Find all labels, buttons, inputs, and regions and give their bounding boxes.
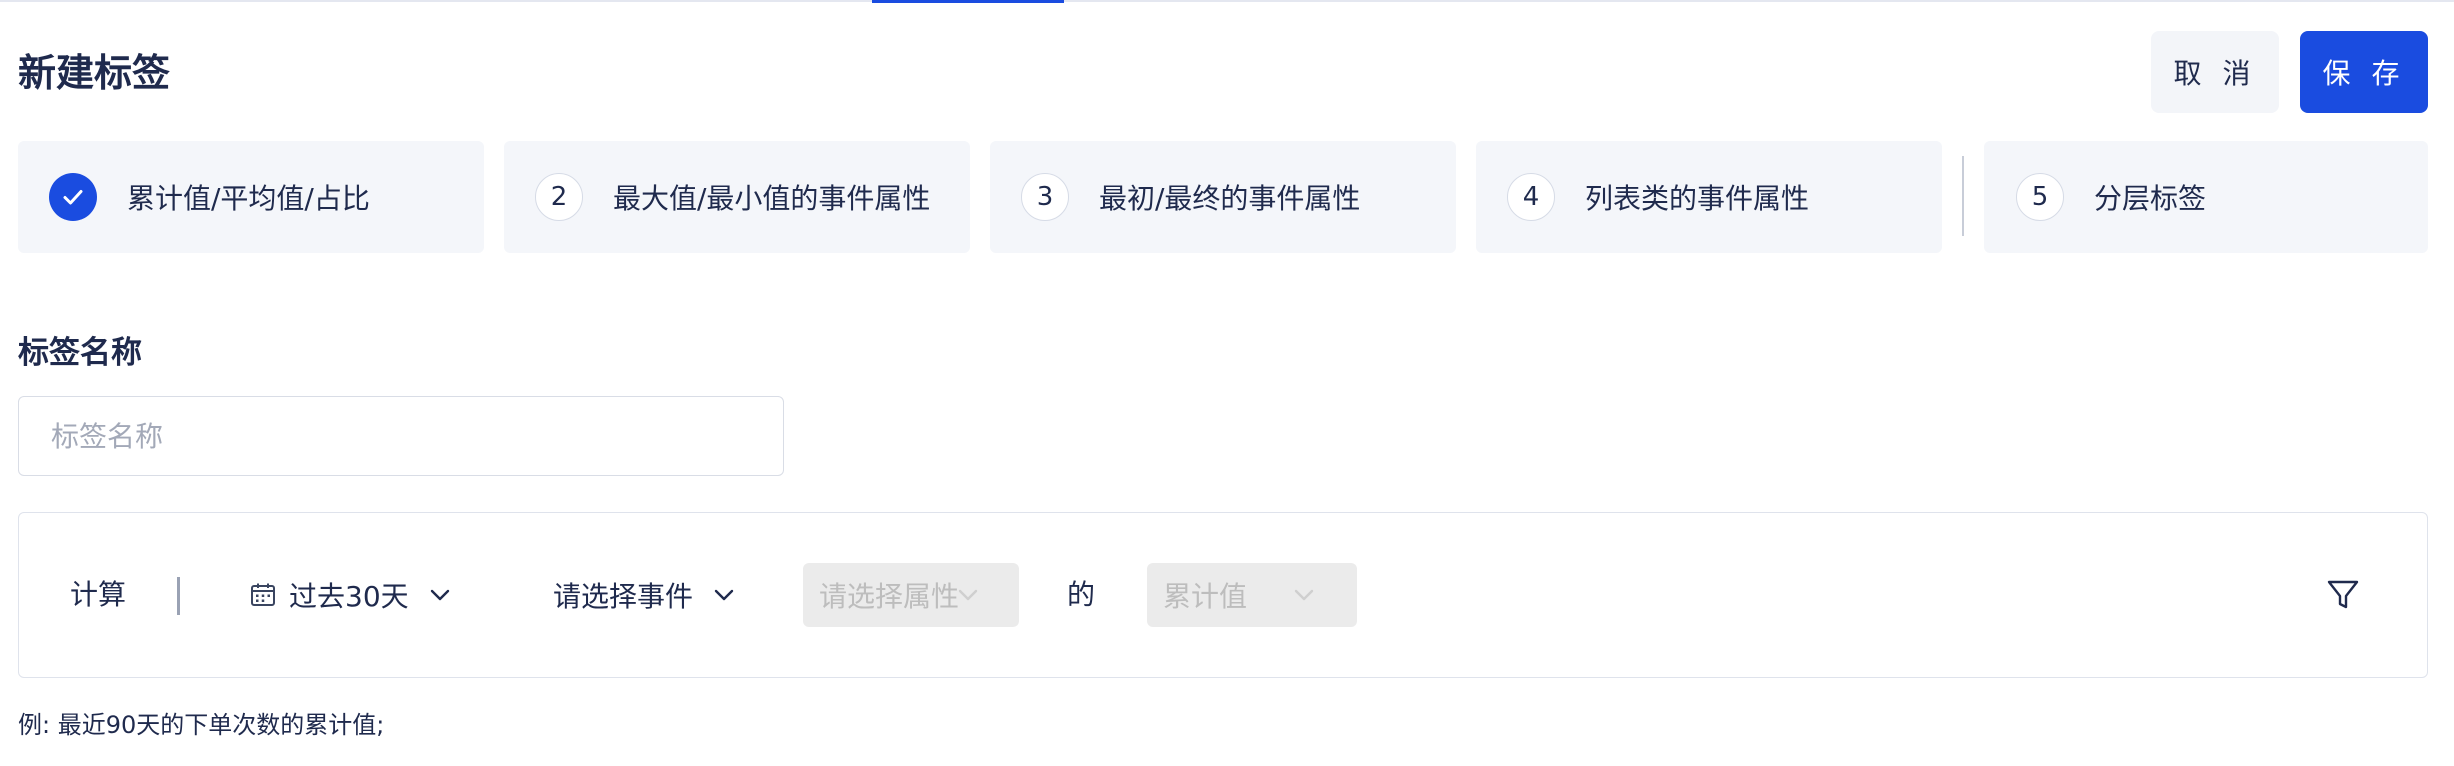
chevron-down-icon	[1294, 589, 1314, 601]
calendar-icon	[251, 583, 275, 606]
event-select[interactable]: 请选择事件	[553, 573, 737, 617]
step-number: 3	[1021, 173, 1069, 221]
active-tab-indicator	[872, 0, 1064, 3]
aggregation-value: 累计值	[1163, 580, 1248, 613]
property-select-placeholder: 请选择属性	[819, 580, 960, 613]
filter-icon[interactable]	[2325, 577, 2361, 613]
step-5[interactable]: 5 分层标签	[1984, 141, 2428, 253]
calc-divider	[177, 577, 180, 615]
property-select[interactable]: 请选择属性	[803, 563, 1019, 627]
calc-label: 计算	[70, 578, 127, 611]
step-label: 列表类的事件属性	[1585, 182, 1810, 215]
event-select-placeholder: 请选择事件	[553, 580, 694, 613]
tag-name-input[interactable]	[18, 396, 784, 476]
connector-text: 的	[1067, 578, 1096, 611]
page: 新建标签 取 消 保 存 累计值/平均值/占比 2 最大值/最小值的事件属性 3…	[0, 0, 2454, 766]
date-range-value: 过去30天	[289, 580, 409, 613]
step-label: 最初/最终的事件属性	[1099, 182, 1361, 215]
top-border	[0, 0, 2454, 2]
step-3[interactable]: 3 最初/最终的事件属性	[990, 141, 1456, 253]
cancel-button[interactable]: 取 消	[2151, 31, 2279, 113]
steps-bar: 累计值/平均值/占比 2 最大值/最小值的事件属性 3 最初/最终的事件属性 4…	[18, 141, 2428, 253]
example-hint: 例: 最近90天的下单次数的累计值;	[18, 711, 385, 739]
step-label: 分层标签	[2094, 182, 2207, 215]
chevron-down-icon	[714, 589, 734, 601]
step-label: 最大值/最小值的事件属性	[613, 182, 931, 215]
step-4[interactable]: 4 列表类的事件属性	[1476, 141, 1942, 253]
step-divider	[1962, 156, 1964, 236]
aggregation-select[interactable]: 累计值	[1147, 563, 1357, 627]
step-label: 累计值/平均值/占比	[127, 182, 370, 215]
date-range-select[interactable]: 过去30天	[249, 573, 453, 617]
page-title: 新建标签	[18, 51, 171, 95]
step-number: 4	[1507, 173, 1555, 221]
save-button[interactable]: 保 存	[2300, 31, 2428, 113]
step-2[interactable]: 2 最大值/最小值的事件属性	[504, 141, 970, 253]
step-number: 5	[2016, 173, 2064, 221]
step-1[interactable]: 累计值/平均值/占比	[18, 141, 484, 253]
chevron-down-icon	[958, 589, 978, 601]
tag-name-label: 标签名称	[18, 335, 142, 371]
check-icon	[49, 173, 97, 221]
step-number: 2	[535, 173, 583, 221]
calculation-panel: 计算 过去30天 请选择事件 请选择属性 的 累计值	[18, 512, 2428, 678]
chevron-down-icon	[430, 589, 449, 601]
